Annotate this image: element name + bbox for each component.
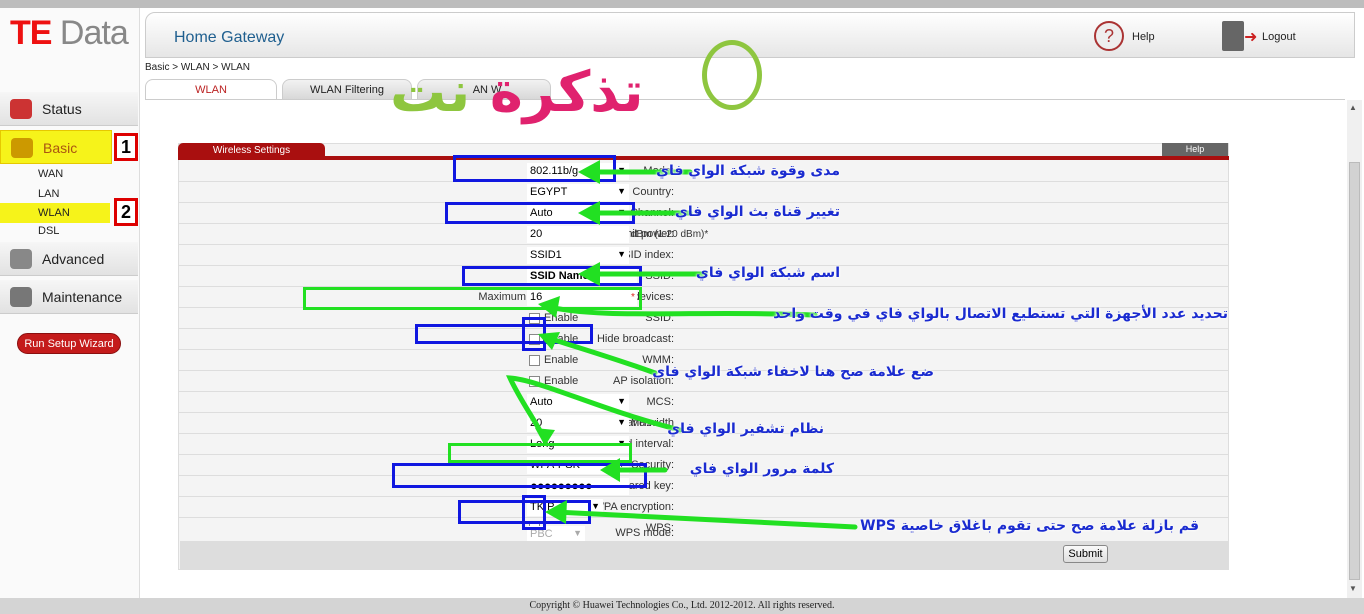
scroll-down-icon[interactable]: ▼ (1349, 584, 1357, 593)
annotation-hide-broadcast: ضع علامة صح هنا لاخفاء شبكة الواي فاي (652, 364, 934, 380)
annotation-wps: قم بازلة علامة صح حتى تقوم باغلاق خاصية … (860, 518, 1199, 534)
arrowhead-icon (578, 262, 600, 286)
arrowhead-icon (538, 296, 560, 318)
arrow-wps (552, 509, 858, 530)
arrow-security (505, 375, 683, 443)
annotation-mode: مدى وقوة شبكة الواي فاي (656, 163, 840, 179)
arrowhead-icon (545, 500, 567, 524)
arrowhead-icon (600, 458, 620, 482)
scroll-up-icon[interactable]: ▲ (1349, 103, 1357, 112)
arrowhead-icon (535, 428, 555, 446)
annotation-security: نظام تشفير الواي فاي (667, 421, 824, 437)
annotation-ssid: اسم شبكة الواي فاي (696, 265, 840, 281)
arrowhead-icon (578, 201, 600, 225)
scrollbar-thumb[interactable] (1349, 162, 1360, 580)
arrowhead-icon (578, 160, 600, 184)
annotation-channel: تغيير قناة بث الواي فاي (675, 204, 840, 220)
annotation-wpa-key: كلمة مرور الواي فاي (689, 461, 834, 477)
footer-copyright: Copyright © Huawei Technologies Co., Ltd… (0, 598, 1364, 614)
annotation-max-devices: تحديد عدد الأجهزة التي تستطيع الاتصال با… (773, 306, 1228, 322)
arrow-hide-broadcast (542, 334, 658, 376)
